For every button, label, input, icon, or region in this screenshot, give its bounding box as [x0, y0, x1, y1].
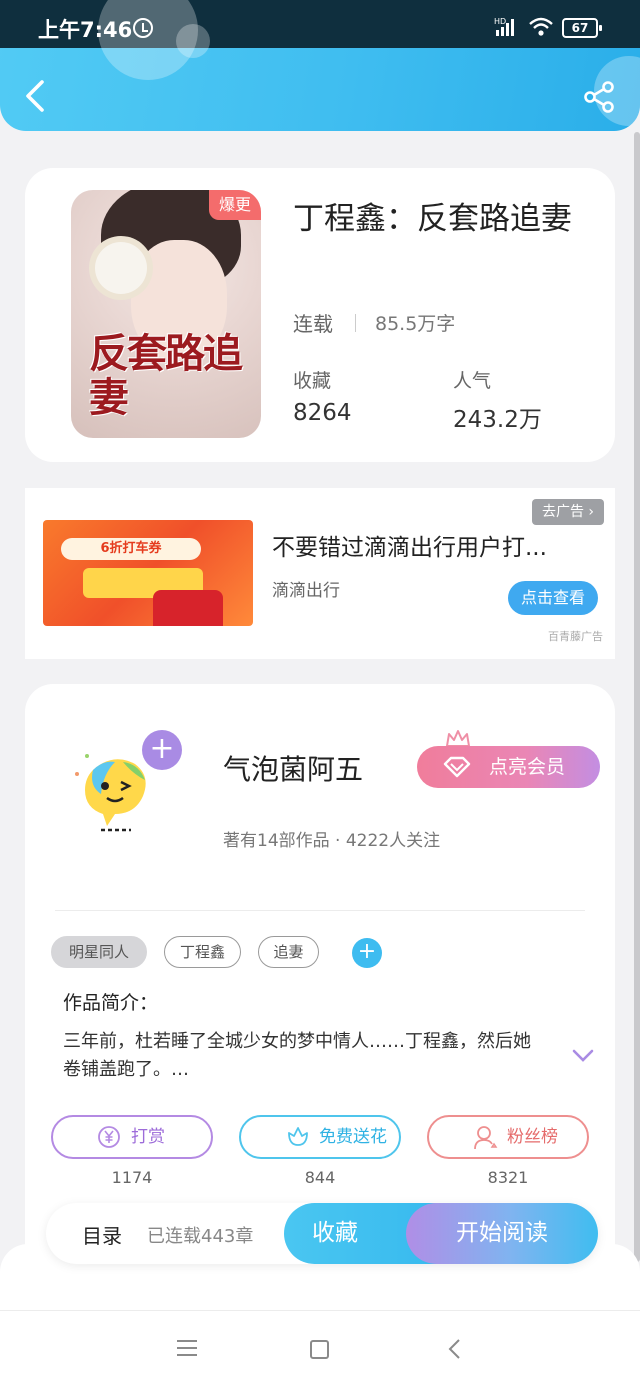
- follow-author-button[interactable]: +: [142, 730, 182, 770]
- activate-vip-button[interactable]: 点亮会员: [417, 746, 600, 788]
- gift-icon: [153, 590, 223, 626]
- share-button[interactable]: [582, 80, 616, 114]
- status-time: 上午7:46: [38, 18, 133, 42]
- flower-icon: [288, 1127, 308, 1146]
- battery-icon: 67: [562, 18, 602, 38]
- remove-ad-button[interactable]: 去广告 ›: [532, 499, 604, 525]
- ad-image-text: 6折打车券: [61, 538, 201, 560]
- chevron-down-icon[interactable]: [571, 1048, 595, 1064]
- book-info-card: 反套路追妻 爆更 丁程鑫：反套路追妻 连载 85.5万字 收藏 8264 人气 …: [25, 168, 615, 462]
- app-header: 上午7:46 HD 67: [0, 0, 640, 131]
- back-icon[interactable]: [446, 1338, 462, 1360]
- menu-icon[interactable]: [176, 1339, 198, 1357]
- wifi-icon: [529, 17, 553, 36]
- yen-icon: [98, 1126, 120, 1148]
- add-tag-button[interactable]: +: [352, 938, 382, 968]
- cover-flower: [95, 242, 147, 294]
- collect-count-label: 收藏: [293, 370, 332, 392]
- divider: [355, 314, 356, 332]
- cover-badge: 爆更: [209, 190, 261, 220]
- flower-count: 844: [304, 1168, 336, 1187]
- system-navigation-bar: [0, 1310, 640, 1387]
- chapter-count[interactable]: 已连载443章: [147, 1222, 253, 1248]
- book-status: 连载: [293, 312, 333, 336]
- send-flower-label: 免费送花: [319, 1127, 387, 1147]
- reward-count: 1174: [111, 1168, 153, 1187]
- intro-text[interactable]: 三年前，杜若睡了全城少女的梦中情人……丁程鑫，然后她卷铺盖跑了。…: [63, 1028, 543, 1084]
- collect-count-value: 8264: [293, 400, 352, 426]
- alarm-icon: [133, 18, 153, 38]
- fan-ranking-button[interactable]: 粉丝榜: [427, 1115, 589, 1159]
- ad-view-button[interactable]: 点击查看: [508, 581, 598, 615]
- cover-title: 反套路追妻: [89, 330, 243, 421]
- bottom-action-bar: 目录 已连载443章 收藏 开始阅读: [46, 1203, 598, 1264]
- book-title: 丁程鑫：反套路追妻: [293, 201, 572, 237]
- vip-button-label: 点亮会员: [489, 756, 566, 778]
- intro-heading: 作品简介：: [63, 992, 159, 1014]
- ad-source: 滴滴出行: [272, 581, 340, 601]
- ad-provider: 百青藤广告: [548, 630, 603, 643]
- tag-item[interactable]: 丁程鑫: [164, 936, 241, 968]
- divider: [55, 910, 585, 911]
- remove-ad-label: 去广告: [541, 504, 584, 520]
- home-icon[interactable]: [310, 1340, 329, 1359]
- author-meta: 著有14部作品 · 4222人关注: [223, 831, 441, 851]
- diamond-icon: [443, 756, 471, 778]
- scrollbar[interactable]: [634, 132, 640, 1262]
- send-flower-button[interactable]: 免费送花: [239, 1115, 401, 1159]
- network-type-label: HD: [494, 17, 506, 26]
- popularity-value: 243.2万: [453, 407, 542, 433]
- ad-banner[interactable]: 6折打车券 去广告 › 不要错过滴滴出行用户打... 滴滴出行 点击查看 百青藤…: [25, 488, 615, 659]
- word-count: 85.5万字: [375, 313, 456, 335]
- decor-bubble: [176, 24, 210, 58]
- tag-item[interactable]: 明星同人: [51, 936, 147, 968]
- signal-icon: HD: [494, 17, 514, 36]
- author-name[interactable]: 气泡菌阿五: [223, 748, 363, 788]
- back-button[interactable]: [20, 78, 50, 114]
- reward-label: 打赏: [131, 1127, 165, 1147]
- crown-icon: [446, 730, 470, 747]
- fan-ranking-label: 粉丝榜: [507, 1127, 558, 1147]
- reward-button[interactable]: 打赏: [51, 1115, 213, 1159]
- book-cover[interactable]: 反套路追妻 爆更: [71, 190, 261, 438]
- tag-item[interactable]: 追妻: [258, 936, 319, 968]
- fan-count: 8321: [487, 1168, 529, 1187]
- popularity-label: 人气: [453, 370, 492, 392]
- start-reading-button[interactable]: 开始阅读: [406, 1203, 598, 1264]
- ad-image[interactable]: 6折打车券: [43, 520, 253, 626]
- table-of-contents-button[interactable]: 目录: [82, 1220, 122, 1249]
- ad-title[interactable]: 不要错过滴滴出行用户打...: [272, 528, 572, 562]
- person-icon: [474, 1126, 498, 1150]
